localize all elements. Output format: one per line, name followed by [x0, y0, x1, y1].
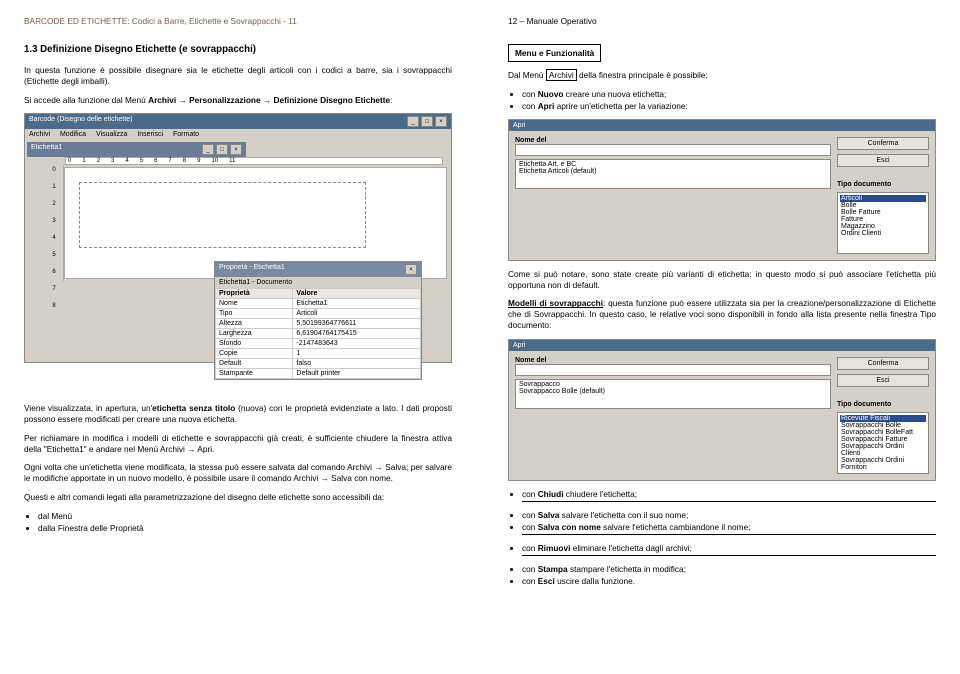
section-title: 1.3 Definizione Disegno Etichette (e sov… [24, 44, 452, 55]
minimize-icon[interactable]: _ [202, 144, 214, 155]
list-item[interactable]: Fatture [840, 216, 926, 223]
page-header-right: 12 – Manuale Operativo [508, 16, 936, 26]
item-list[interactable]: Sovrappacco Sovrappacco Bolle (default) [515, 379, 831, 409]
title-bar: Barcode (Disegno delle etichette) _ □ × [25, 114, 451, 129]
t: : [390, 95, 392, 105]
list-item[interactable]: Sovrappacchi Bolle [840, 422, 926, 429]
table-row: Sfondo-2147483643 [216, 339, 421, 349]
menu-item[interactable]: Archivi [29, 131, 50, 138]
minimize-icon[interactable]: _ [407, 116, 419, 127]
prop-title: Proprietà - Etichetta1 [219, 264, 285, 275]
menu-item[interactable]: Visualizza [96, 131, 127, 138]
list-item[interactable]: Etichetta Art. e BC [517, 161, 829, 168]
arrow-icon: → [176, 95, 189, 105]
screenshot-apri-1: Apri Nome del Etichetta Art. e BC Etiche… [508, 119, 936, 261]
table-row: Defaultfalso [216, 359, 421, 369]
list-item: con Salva con nome salvare l'etichetta c… [522, 522, 936, 532]
list-item[interactable]: Ordini Clienti [840, 230, 926, 237]
list-item[interactable]: Articoli [840, 195, 926, 202]
list-item[interactable]: Ricevute Fiscali [840, 415, 926, 422]
field-label: Nome del [515, 137, 831, 144]
list-item[interactable]: Sovrappacchi Ordini Clienti [840, 443, 926, 457]
table-row: Altezza5,50199364776611 [216, 319, 421, 329]
prop-sub: Etichetta1 - Documento [215, 277, 421, 288]
arrow-icon: → [261, 95, 274, 105]
list-item[interactable]: Sovrappacchi Ordini Fornitori [840, 457, 926, 471]
title-bar: Apri [509, 120, 935, 131]
list-item[interactable]: Sovrappacco [517, 381, 829, 388]
para: Ogni volta che un'etichetta viene modifi… [24, 462, 452, 484]
list-item: con Apri aprire un'etichetta per la vari… [522, 101, 936, 111]
esci-button[interactable]: Esci [837, 374, 929, 387]
ruler-h: 01234567891011 [65, 157, 443, 165]
conferma-button[interactable]: Conferma [837, 357, 929, 370]
list-item[interactable]: Magazzino [840, 223, 926, 230]
menu-item[interactable]: Formato [173, 131, 199, 138]
table-row: NomeEtichetta1 [216, 299, 421, 309]
list-item: dal Menù [38, 511, 452, 521]
title-bar: Apri [509, 340, 935, 351]
list-item[interactable]: Sovrappacco Bolle (default) [517, 388, 829, 395]
para: Dal Menù Archivi della finestra principa… [508, 70, 936, 81]
nome-input[interactable] [515, 364, 831, 376]
menu-bar[interactable]: Archivi Modifica Visualizza Inserisci Fo… [25, 129, 451, 140]
field-label: Tipo documento [837, 401, 929, 408]
section-box: Menu e Funzionalità [508, 44, 601, 62]
close-icon[interactable]: × [435, 116, 447, 127]
tipo-list[interactable]: Ricevute Fiscali Sovrappacchi Bolle Sovr… [837, 412, 929, 474]
list-item: dalla Finestra delle Proprietà [38, 523, 452, 533]
table-row: Larghezza6,61904764175415 [216, 329, 421, 339]
para: Questi e altri comandi legati alla param… [24, 492, 452, 503]
close-icon[interactable]: × [230, 144, 242, 155]
menu-ref: Archivi [546, 69, 577, 81]
nome-input[interactable] [515, 144, 831, 156]
field-label: Tipo documento [837, 181, 929, 188]
item-list[interactable]: Etichetta Art. e BC Etichetta Articoli (… [515, 159, 831, 189]
maximize-icon[interactable]: □ [216, 144, 228, 155]
t: Personalizzazione [189, 95, 260, 105]
table-row: TipoArticoli [216, 309, 421, 319]
list-item: con Esci uscire dalla funzione. [522, 576, 936, 586]
prop-title-bar: Proprietà - Etichetta1 × [215, 262, 421, 277]
list-item: con Chiudi chiudere l'etichetta; [522, 489, 936, 499]
para: Per richiamare in modifica i modelli di … [24, 433, 452, 455]
list-item: con Stampa stampare l'etichetta in modif… [522, 564, 936, 574]
para: Modelli di sovrappacchi: questa funzione… [508, 298, 936, 330]
para: Come si può notare, sono state create pi… [508, 269, 936, 291]
window-title: Barcode (Disegno delle etichette) [29, 116, 133, 127]
prop-table: ProprietàValore NomeEtichetta1 TipoArtic… [215, 288, 421, 379]
list-item[interactable]: Bolle Fatture [840, 209, 926, 216]
field-label: Nome del [515, 357, 831, 364]
t: Si accede alla funzione dal Menù [24, 95, 148, 105]
screenshot-design-window: Barcode (Disegno delle etichette) _ □ × … [24, 113, 452, 403]
etichetta-area[interactable] [79, 182, 366, 248]
inner-window-title: Etichetta1 [31, 144, 62, 155]
list-item: con Nuovo creare una nuova etichetta; [522, 89, 936, 99]
para-intro: In questa funzione è possibile disegnare… [24, 65, 452, 87]
maximize-icon[interactable]: □ [421, 116, 433, 127]
menu-item[interactable]: Inserisci [137, 131, 163, 138]
list-item[interactable]: Sovrappacchi Fatture [840, 436, 926, 443]
para: Viene visualizzata, in apertura, un'etic… [24, 403, 452, 425]
list-item[interactable]: Sovrappacchi BolleFatt [840, 429, 926, 436]
tipo-list[interactable]: Articoli Bolle Bolle Fatture Fatture Mag… [837, 192, 929, 254]
esci-button[interactable]: Esci [837, 154, 929, 167]
inner-title-bar: Etichetta1 _ □ × [27, 142, 246, 157]
ruler-v: 012345678 [45, 165, 64, 281]
conferma-button[interactable]: Conferma [837, 137, 929, 150]
list-item: con Salva salvare l'etichetta con il suo… [522, 510, 936, 520]
para-path: Si accede alla funzione dal Menù Archivi… [24, 95, 452, 106]
t: Definizione Disegno Etichette [274, 95, 391, 105]
table-row: StampanteDefault printer [216, 369, 421, 379]
page-header-left: BARCODE ED ETICHETTE: Codici a Barre, Et… [24, 16, 452, 26]
list-item: con Rimuovi eliminare l'etichetta dagli … [522, 543, 936, 553]
properties-window: Proprietà - Etichetta1 × Etichetta1 - Do… [214, 261, 422, 380]
list-item[interactable]: Etichetta Articoli (default) [517, 168, 829, 175]
close-icon[interactable]: × [405, 264, 417, 275]
t: Archivi [148, 95, 176, 105]
menu-item[interactable]: Modifica [60, 131, 86, 138]
list-item[interactable]: Bolle [840, 202, 926, 209]
table-row: Copie1 [216, 349, 421, 359]
screenshot-apri-2: Apri Nome del Sovrappacco Sovrappacco Bo… [508, 339, 936, 481]
